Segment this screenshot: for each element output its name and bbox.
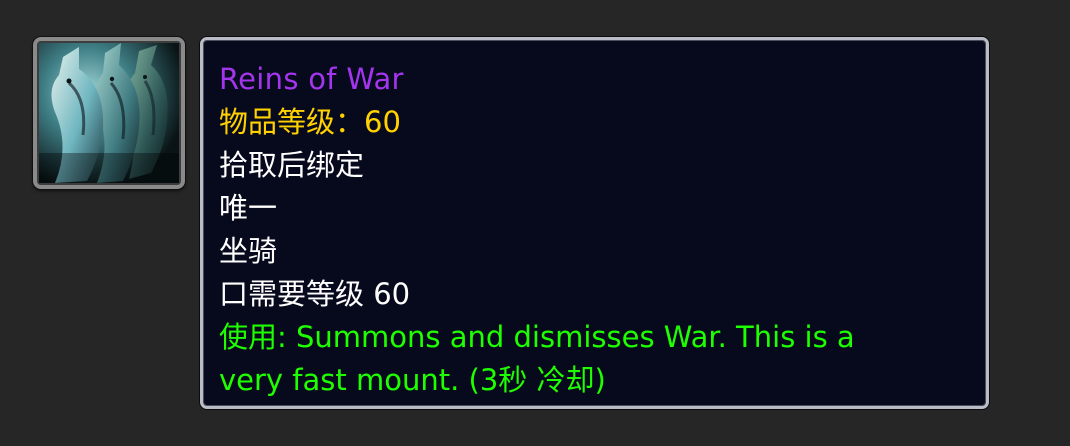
horse-mount-icon xyxy=(39,43,179,183)
use-effect-line-2: very fast mount. (3秒 冷却) xyxy=(219,363,606,397)
item-level: 物品等级：60 xyxy=(219,105,401,139)
level-requirement: 口需要等级 60 xyxy=(219,277,411,311)
item-title: Reins of War xyxy=(219,62,404,96)
item-type: 坐骑 xyxy=(219,234,278,268)
unique-text: 唯一 xyxy=(219,191,278,225)
item-tooltip: Reins of War 物品等级：60 拾取后绑定 唯一 坐骑 口需要等级 6… xyxy=(200,37,989,409)
item-icon-frame[interactable] xyxy=(33,37,185,189)
use-effect-line-1: 使用: Summons and dismisses War. This is a xyxy=(219,320,855,354)
binding-text: 拾取后绑定 xyxy=(219,148,365,182)
